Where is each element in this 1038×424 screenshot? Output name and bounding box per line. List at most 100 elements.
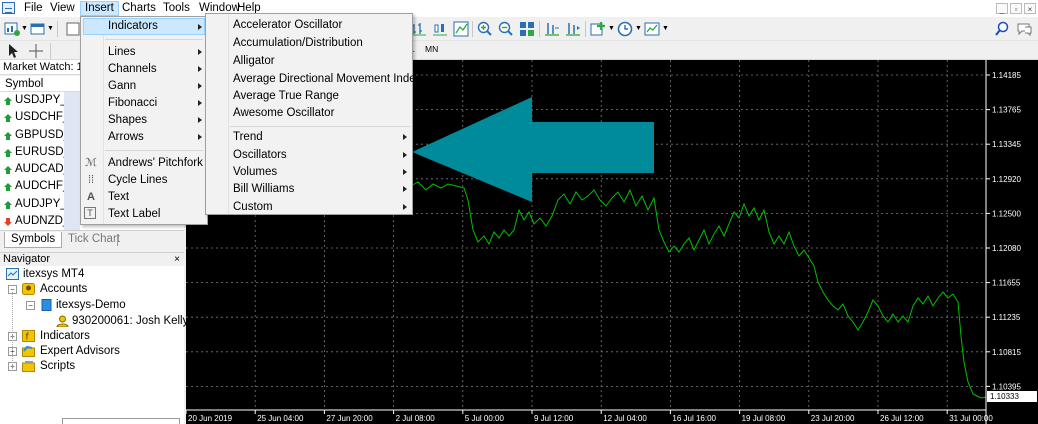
menu-item-channels[interactable]: Channels bbox=[83, 61, 205, 78]
menu-item-shapes[interactable]: Shapes bbox=[83, 112, 205, 129]
price-series-line bbox=[410, 181, 987, 399]
line-chart-icon[interactable] bbox=[453, 21, 469, 37]
arrow-up-icon bbox=[4, 183, 12, 192]
symbol-name: AUDNZD_ bbox=[15, 215, 70, 228]
window-icon[interactable] bbox=[65, 21, 81, 37]
text-icon: A bbox=[87, 191, 95, 203]
new-chart-icon[interactable] bbox=[4, 21, 20, 37]
menu-insert[interactable]: Insert bbox=[80, 1, 119, 16]
symbol-name: USDJPY_ bbox=[15, 94, 67, 106]
collapse-icon[interactable]: − bbox=[26, 301, 35, 310]
tree-line bbox=[12, 292, 13, 367]
tile-windows-icon[interactable] bbox=[519, 21, 535, 37]
tab-symbols[interactable]: Symbols bbox=[4, 232, 63, 248]
submenu-trend[interactable]: Trend bbox=[208, 129, 410, 146]
timeframe-mn[interactable]: MN bbox=[425, 44, 438, 54]
toolbar-separator bbox=[585, 21, 586, 37]
menu-item-andrews-pitchfork[interactable]: ℳ Andrews' Pitchfork bbox=[83, 155, 205, 172]
dropdown-icon[interactable]: ▼ bbox=[635, 25, 642, 32]
nav-accounts-label: Accounts bbox=[40, 283, 88, 295]
arrow-up-icon bbox=[4, 97, 12, 105]
zoom-out-icon[interactable] bbox=[498, 21, 514, 37]
time-label: 9 Jul 12:00 bbox=[534, 414, 574, 423]
price-label: 1.13765 bbox=[992, 106, 1021, 115]
menu-item-awesome-oscillator[interactable]: Awesome Oscillator bbox=[208, 105, 410, 122]
chart-shift-icon[interactable] bbox=[544, 21, 560, 37]
menu-charts[interactable]: Charts bbox=[118, 1, 160, 16]
menu-item-text-label[interactable]: T Text Label bbox=[83, 206, 205, 223]
menu-item-arrows[interactable]: Arrows bbox=[83, 129, 205, 146]
time-label: 26 Jul 12:00 bbox=[880, 414, 924, 423]
price-label: 1.12500 bbox=[992, 209, 1021, 218]
symbol-name: AUDCHF_ bbox=[15, 180, 70, 193]
menu-item-fibonacci[interactable]: Fibonacci bbox=[83, 95, 205, 112]
menubar: File View Insert Charts Tools Window Hel… bbox=[0, 0, 1038, 17]
arrow-down-icon bbox=[4, 218, 12, 227]
menu-item-accumulation-distribution[interactable]: Accumulation/Distribution bbox=[208, 35, 410, 52]
candlestick-icon[interactable] bbox=[432, 21, 448, 37]
menu-item-alligator[interactable]: Alligator bbox=[208, 53, 410, 70]
text-label-icon: T bbox=[84, 207, 96, 219]
submenu-oscillators[interactable]: Oscillators bbox=[208, 147, 410, 164]
dropdown-icon[interactable]: ▼ bbox=[662, 25, 669, 32]
price-label: 1.10395 bbox=[992, 382, 1021, 391]
bar-chart-icon[interactable] bbox=[411, 21, 427, 37]
menu-item-average-true-range[interactable]: Average True Range bbox=[208, 88, 410, 105]
menu-item-gann[interactable]: Gann bbox=[83, 78, 205, 95]
menu-separator bbox=[105, 39, 203, 40]
symbol-name: EURUSD_ bbox=[15, 145, 70, 158]
minimize-icon[interactable]: _ bbox=[996, 3, 1008, 14]
toolbar-separator bbox=[539, 21, 540, 37]
dropdown-icon[interactable]: ▼ bbox=[47, 25, 54, 32]
indicators-icon[interactable] bbox=[590, 21, 606, 37]
navigator-close-icon[interactable]: × bbox=[174, 253, 180, 266]
symbol-name: USDCHF_ bbox=[15, 111, 70, 124]
menu-tools[interactable]: Tools bbox=[159, 1, 194, 16]
cycle-lines-icon: ⁞⁞ bbox=[87, 174, 95, 186]
pitchfork-icon: ℳ bbox=[85, 157, 97, 169]
menu-item-admi[interactable]: Average Directional Movement Index bbox=[208, 71, 421, 88]
menu-item-text[interactable]: A Text bbox=[83, 189, 205, 206]
periods-icon[interactable] bbox=[617, 21, 633, 37]
menu-item-accelerator-oscillator[interactable]: Accelerator Oscillator bbox=[208, 17, 410, 34]
search-icon[interactable] bbox=[994, 21, 1010, 37]
restore-icon[interactable]: ▫ bbox=[1010, 3, 1022, 14]
menu-item-lines[interactable]: Lines bbox=[83, 44, 205, 61]
time-label: 2 Jul 08:00 bbox=[396, 414, 436, 423]
templates-icon[interactable] bbox=[644, 21, 660, 37]
server-icon bbox=[41, 299, 52, 311]
nav-account-label: 930200061: Josh Kelly bbox=[72, 315, 189, 327]
arrow-up-icon bbox=[4, 200, 12, 209]
dropdown-icon[interactable]: ▼ bbox=[608, 25, 615, 32]
horizontal-scrollbar[interactable] bbox=[62, 418, 180, 424]
cursor-icon[interactable] bbox=[6, 43, 22, 59]
list-highlight-strip bbox=[64, 92, 80, 230]
menu-file[interactable]: File bbox=[20, 1, 47, 16]
price-label: 1.12080 bbox=[992, 244, 1021, 253]
submenu-bill-williams[interactable]: Bill Williams bbox=[208, 181, 410, 198]
submenu-volumes[interactable]: Volumes bbox=[208, 164, 410, 181]
menu-item-cycle-lines[interactable]: ⁞⁞ Cycle Lines bbox=[83, 172, 205, 189]
menu-item-indicators[interactable]: Indicators bbox=[83, 18, 205, 35]
expert-advisors-icon bbox=[22, 345, 35, 357]
symbol-name: GBPUSD_ bbox=[15, 128, 70, 141]
auto-scroll-icon[interactable] bbox=[565, 21, 581, 37]
crosshair-icon[interactable] bbox=[28, 43, 44, 59]
zoom-in-icon[interactable] bbox=[477, 21, 493, 37]
time-label: 31 Jul 00:00 bbox=[949, 414, 993, 423]
tab-divider bbox=[117, 234, 118, 246]
current-price-label: 1.10333 bbox=[990, 392, 1019, 401]
app-icon bbox=[2, 2, 15, 14]
menu-view[interactable]: View bbox=[46, 1, 79, 16]
time-label: 16 Jul 16:00 bbox=[672, 414, 716, 423]
dropdown-icon[interactable]: ▼ bbox=[21, 25, 28, 32]
scripts-icon bbox=[22, 361, 35, 372]
price-label: 1.14185 bbox=[992, 71, 1021, 80]
menu-separator bbox=[230, 126, 410, 127]
symbol-name: AUDJPY_ bbox=[15, 197, 67, 210]
close-icon[interactable]: × bbox=[1024, 3, 1036, 14]
chat-icon[interactable] bbox=[1016, 21, 1032, 37]
profiles-icon[interactable] bbox=[30, 21, 46, 37]
time-label: 12 Jul 04:00 bbox=[603, 414, 647, 423]
submenu-custom[interactable]: Custom bbox=[208, 199, 410, 216]
